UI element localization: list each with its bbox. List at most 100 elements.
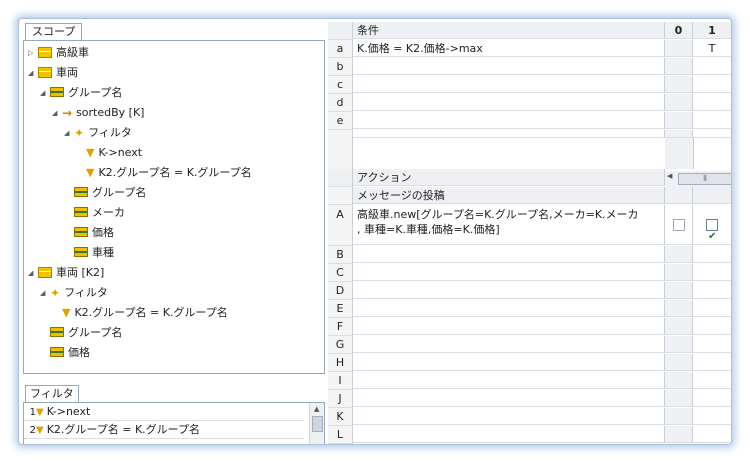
rule-1-condition-cell[interactable] xyxy=(693,112,731,129)
tree-item[interactable]: ◢ ✦ フィルタ xyxy=(40,283,108,303)
action-expression[interactable] xyxy=(353,444,665,445)
rule-1-condition-cell[interactable] xyxy=(693,94,731,111)
tree-item[interactable]: ◢ ✦ フィルタ xyxy=(64,123,132,143)
action-row[interactable]: L xyxy=(328,426,731,444)
collapse-arrow-icon[interactable]: ◢ xyxy=(40,83,50,103)
scroll-left-arrow-icon[interactable]: ◀ xyxy=(667,172,672,180)
condition-row[interactable]: b xyxy=(328,58,731,76)
rule-0-action-cell[interactable] xyxy=(665,282,693,299)
condition-row[interactable]: a K.価格 = K2.価格->max T xyxy=(328,40,731,58)
horizontal-scrollbar[interactable]: ◀ ⦀ xyxy=(665,171,731,188)
rule-0-action-cell[interactable] xyxy=(665,354,693,371)
scrollbar-thumb[interactable]: ⦀ xyxy=(678,173,731,185)
scope-tab[interactable]: スコープ xyxy=(25,23,83,40)
rule-0-condition-cell[interactable] xyxy=(665,58,693,75)
rule-0-action-cell[interactable] xyxy=(665,444,693,445)
rule-0-condition-cell[interactable] xyxy=(665,94,693,111)
condition-expression[interactable] xyxy=(353,94,665,111)
collapse-arrow-icon[interactable]: ◢ xyxy=(52,103,62,123)
rule-1-condition-cell[interactable] xyxy=(693,76,731,93)
condition-row[interactable]: d xyxy=(328,94,731,112)
rule-1-action-cell[interactable] xyxy=(693,282,731,299)
action-expression[interactable]: 高級車.new[グループ名=K.グループ名,メーカ=K.メーカ , 車種=K.車… xyxy=(353,205,665,245)
filter-row[interactable]: 1▼ K->next xyxy=(24,403,304,421)
rule-1-condition-cell[interactable] xyxy=(693,58,731,75)
action-row[interactable]: H xyxy=(328,354,731,372)
rule-column-0-header[interactable]: 0 xyxy=(665,22,693,39)
action-row[interactable]: I xyxy=(328,372,731,390)
rule-1-action-cell[interactable] xyxy=(693,318,731,335)
rule-0-action-cell[interactable] xyxy=(665,300,693,317)
rule-1-action-cell[interactable] xyxy=(693,205,731,257)
scrollbar-thumb[interactable] xyxy=(312,416,323,432)
filter-row[interactable]: 2▼ K2.グループ名 = K.グループ名 xyxy=(24,421,304,439)
rule-1-action-cell[interactable] xyxy=(693,354,731,371)
rule-0-condition-cell[interactable] xyxy=(665,112,693,129)
scroll-up-arrow-icon[interactable]: ▲ xyxy=(314,405,319,413)
rule-1-checkbox[interactable] xyxy=(706,217,718,257)
rule-1-action-cell[interactable] xyxy=(693,336,731,353)
action-row[interactable]: C xyxy=(328,264,731,282)
action-expression[interactable] xyxy=(353,426,665,443)
condition-row[interactable]: e xyxy=(328,112,731,130)
tree-item[interactable]: 価格 xyxy=(40,343,90,363)
action-expression[interactable] xyxy=(353,390,665,407)
action-expression[interactable] xyxy=(353,264,665,281)
condition-expression[interactable]: K.価格 = K2.価格->max xyxy=(353,40,665,57)
tree-item[interactable]: ▷ 高級車 xyxy=(28,43,89,63)
rule-0-action-cell[interactable] xyxy=(665,264,693,281)
condition-expression[interactable] xyxy=(353,58,665,75)
rule-0-condition-cell[interactable] xyxy=(665,76,693,93)
collapse-arrow-icon[interactable]: ◢ xyxy=(40,283,50,303)
filter-tab[interactable]: フィルタ xyxy=(25,385,79,402)
rule-0-action-cell[interactable] xyxy=(665,336,693,353)
tree-item[interactable]: メーカ xyxy=(64,203,125,223)
collapse-arrow-icon[interactable]: ◢ xyxy=(64,123,74,143)
tree-item[interactable]: ▼ K->next xyxy=(76,143,142,163)
filter-scrollbar[interactable]: ▲ xyxy=(309,403,324,444)
expand-arrow-icon[interactable]: ▷ xyxy=(28,43,38,63)
tree-item[interactable]: ◢ グループ名 xyxy=(40,83,122,103)
collapse-arrow-icon[interactable]: ◢ xyxy=(28,263,38,283)
action-row-a[interactable]: A 高級車.new[グループ名=K.グループ名,メーカ=K.メーカ , 車種=K… xyxy=(328,205,731,257)
action-row[interactable]: K xyxy=(328,408,731,426)
rule-0-action-cell[interactable] xyxy=(665,246,693,263)
action-expression[interactable] xyxy=(353,300,665,317)
rule-0-condition-cell[interactable] xyxy=(665,40,693,57)
collapse-arrow-icon[interactable]: ◢ xyxy=(28,63,38,83)
action-expression[interactable] xyxy=(353,246,665,263)
rule-1-action-cell[interactable] xyxy=(693,300,731,317)
rule-1-action-cell[interactable] xyxy=(693,444,731,445)
condition-expression[interactable] xyxy=(353,112,665,129)
action-row[interactable]: B xyxy=(328,246,731,264)
rule-1-action-cell[interactable] xyxy=(693,246,731,263)
action-expression[interactable] xyxy=(353,354,665,371)
rule-0-action-cell[interactable] xyxy=(665,205,693,245)
rule-1-action-cell[interactable] xyxy=(693,264,731,281)
tree-item[interactable]: ▼ K2.グループ名 = K.グループ名 xyxy=(76,163,252,183)
condition-expression[interactable] xyxy=(353,76,665,93)
tree-item[interactable]: ◢ 車両 [K2] xyxy=(28,263,104,283)
action-expression[interactable] xyxy=(353,336,665,353)
rule-column-1-header[interactable]: 1 xyxy=(693,22,731,39)
tree-item[interactable]: ◢ 車両 xyxy=(28,63,78,83)
rule-1-action-cell[interactable] xyxy=(693,390,731,407)
action-expression[interactable] xyxy=(353,282,665,299)
tree-item[interactable]: 車種 xyxy=(64,243,114,263)
action-row[interactable]: D xyxy=(328,282,731,300)
action-row[interactable]: G xyxy=(328,336,731,354)
tree-item[interactable]: グループ名 xyxy=(64,183,146,203)
action-row[interactable]: E xyxy=(328,300,731,318)
rule-0-action-cell[interactable] xyxy=(665,390,693,407)
rule-0-action-cell[interactable] xyxy=(665,408,693,425)
rule-1-action-cell[interactable] xyxy=(693,408,731,425)
rule-0-action-cell[interactable] xyxy=(665,426,693,443)
tree-item[interactable]: 価格 xyxy=(64,223,114,243)
action-expression[interactable] xyxy=(353,318,665,335)
rule-0-action-cell[interactable] xyxy=(665,372,693,389)
action-row[interactable]: M xyxy=(328,444,731,445)
rule-1-action-cell[interactable] xyxy=(693,372,731,389)
action-row[interactable]: J xyxy=(328,390,731,408)
action-expression[interactable] xyxy=(353,372,665,389)
rule-1-condition-cell[interactable]: T xyxy=(693,40,731,57)
